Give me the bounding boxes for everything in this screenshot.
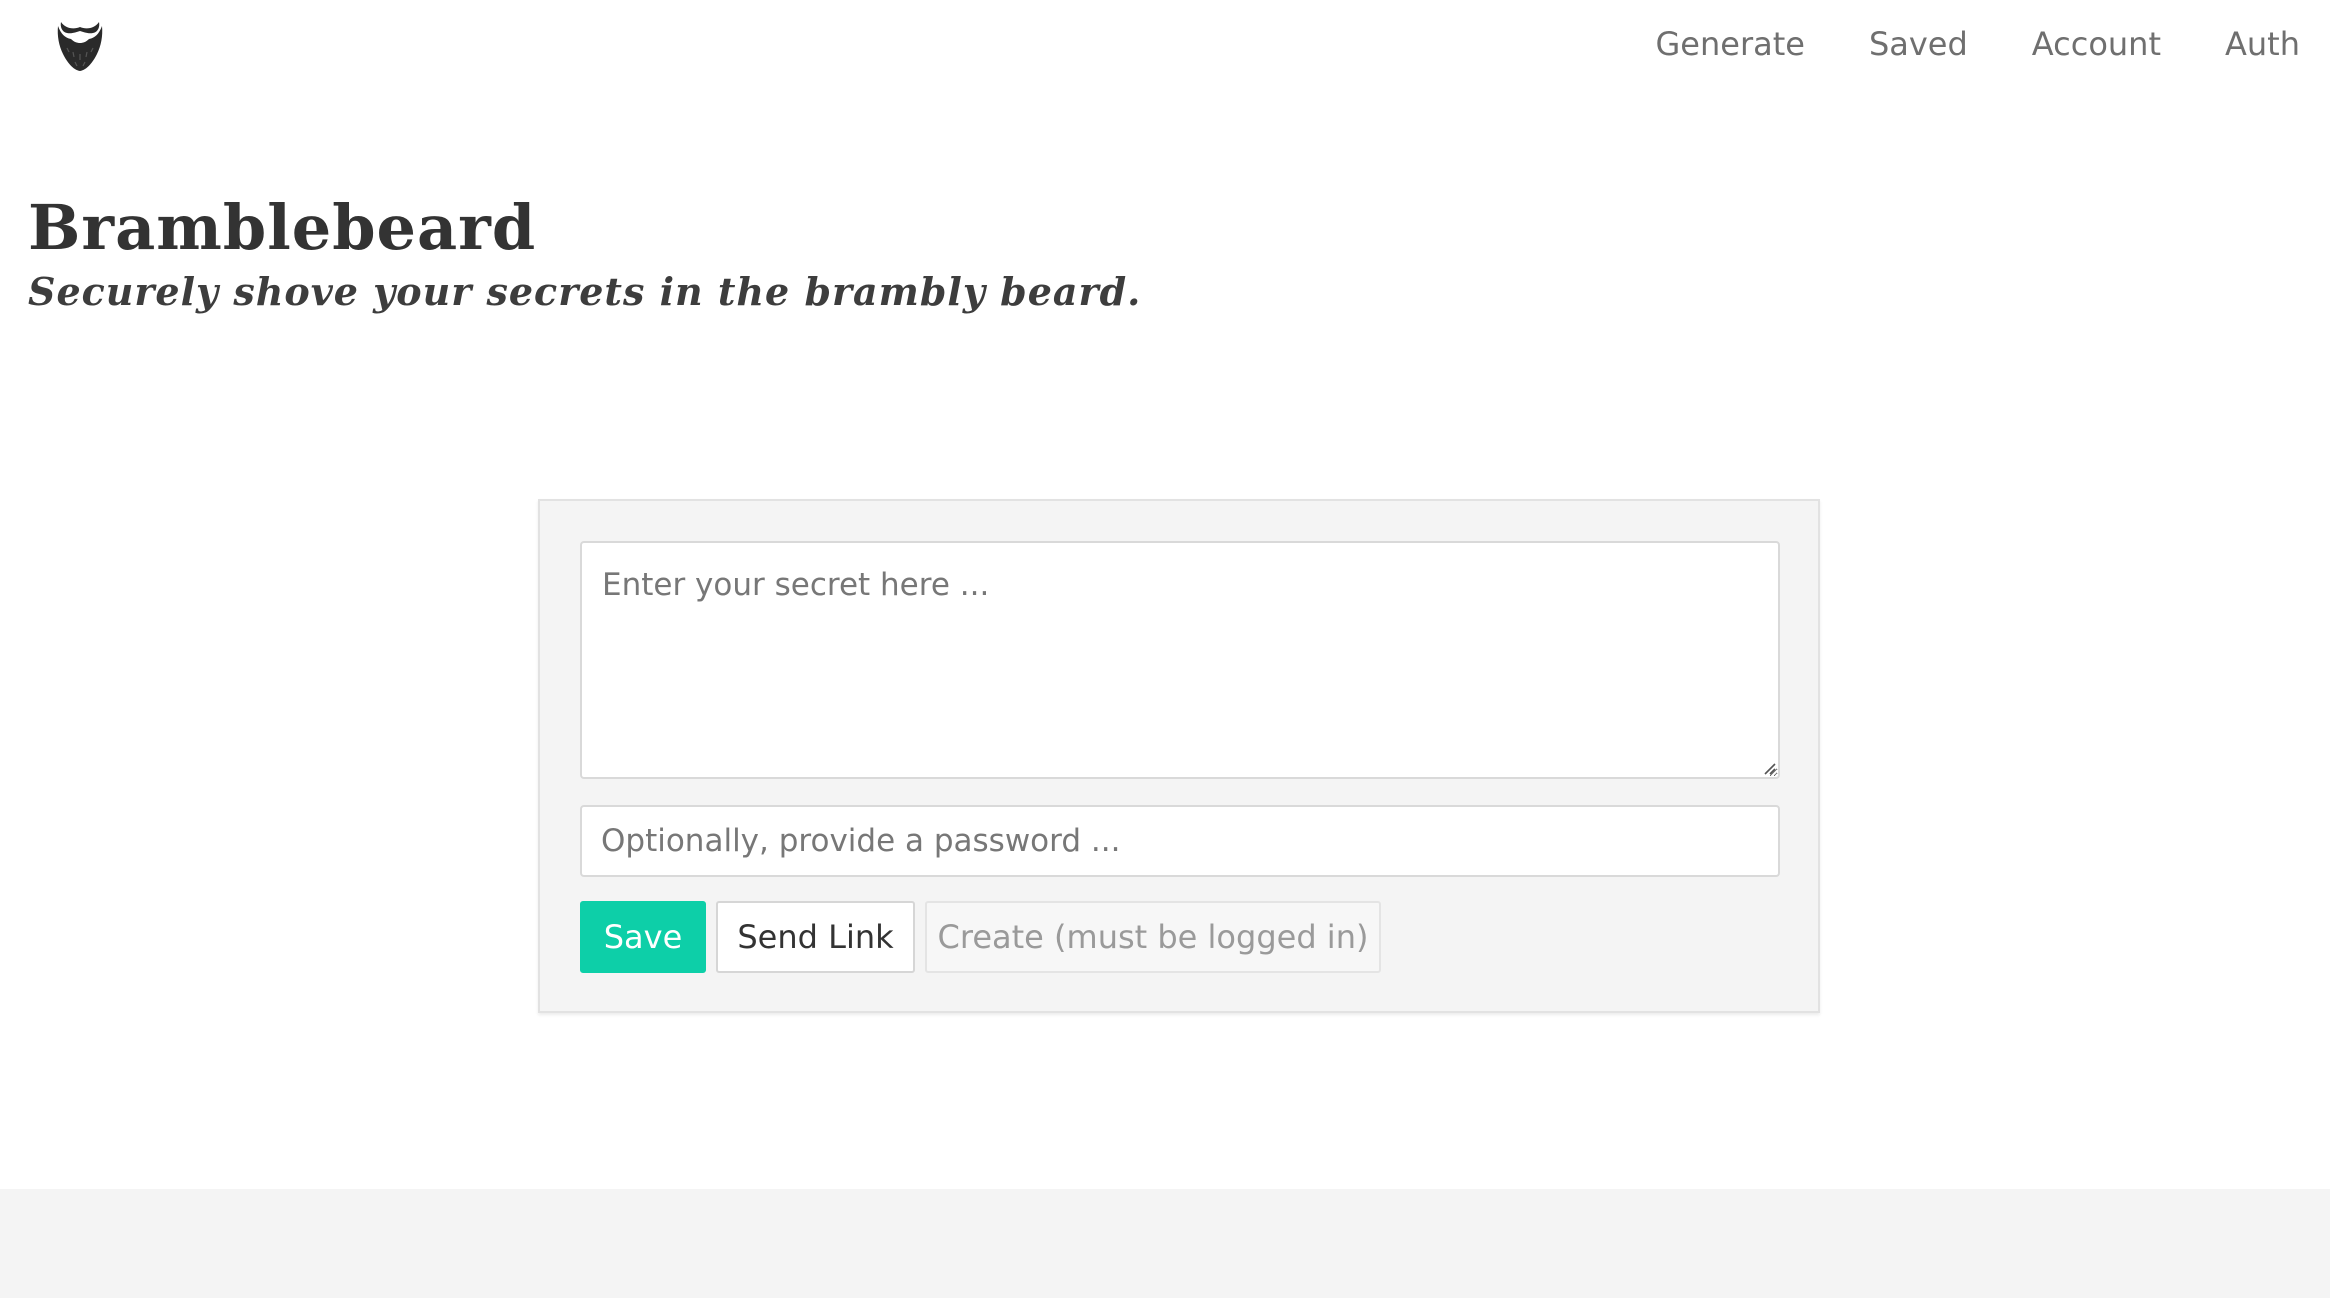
save-button[interactable]: Save bbox=[580, 901, 706, 973]
footer bbox=[0, 1189, 2330, 1298]
create-button[interactable]: Create (must be logged in) bbox=[925, 901, 1381, 973]
nav-link-auth[interactable]: Auth bbox=[2193, 20, 2300, 68]
page-subtitle: Securely shove your secrets in the bramb… bbox=[28, 269, 1142, 314]
nav-link-account[interactable]: Account bbox=[2000, 20, 2193, 68]
page-title: Bramblebeard bbox=[28, 191, 537, 264]
nav-link-generate[interactable]: Generate bbox=[1623, 20, 1836, 68]
secret-textarea[interactable] bbox=[580, 541, 1780, 779]
nav-link-saved[interactable]: Saved bbox=[1837, 20, 2000, 68]
nav-menu: Generate Saved Account Auth bbox=[1623, 20, 2300, 68]
send-link-button[interactable]: Send Link bbox=[716, 901, 915, 973]
page: Generate Saved Account Auth Bramblebeard… bbox=[0, 0, 2330, 1298]
hero-section: Bramblebeard Securely shove your secrets… bbox=[28, 188, 1141, 316]
beard-icon[interactable] bbox=[55, 18, 105, 72]
password-input[interactable] bbox=[580, 805, 1780, 877]
secret-form-card: Save Send Link Create (must be logged in… bbox=[538, 499, 1820, 1013]
top-navbar: Generate Saved Account Auth bbox=[0, 0, 2330, 90]
